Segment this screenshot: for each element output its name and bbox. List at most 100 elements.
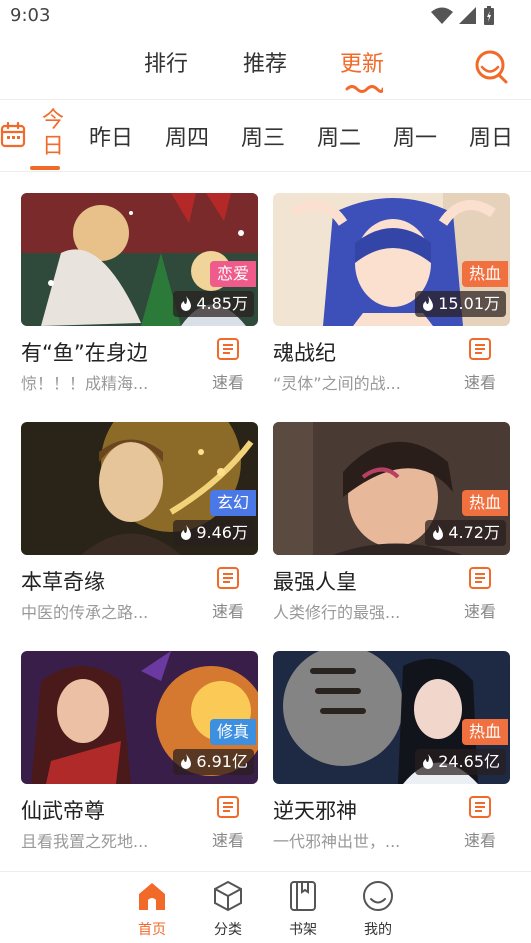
calendar-icon[interactable]	[0, 122, 26, 148]
heat-count: 15.01万	[415, 291, 506, 317]
battery-icon	[484, 6, 494, 25]
search-icon[interactable]	[473, 48, 509, 84]
day-tab-mon[interactable]: 周一	[393, 120, 437, 152]
flame-icon	[181, 296, 192, 311]
heat-count: 4.85万	[173, 291, 254, 317]
heat-count: 9.46万	[173, 520, 254, 546]
heat-count: 4.72万	[425, 520, 506, 546]
genre-badge: 热血	[461, 490, 508, 516]
day-tab-thu[interactable]: 周四	[165, 120, 209, 152]
quick-read-icon	[469, 796, 491, 818]
nav-profile[interactable]: 我的	[353, 880, 403, 939]
quick-read-icon	[217, 567, 239, 589]
flame-icon	[181, 525, 192, 540]
flame-icon	[433, 525, 444, 540]
comic-title[interactable]: 有“鱼”在身边	[21, 337, 148, 367]
comic-description: 惊！！！成精海...	[21, 374, 149, 393]
nav-bookshelf-label: 书架	[289, 922, 317, 938]
smile-icon	[363, 881, 393, 911]
quick-read-label: 速看	[463, 373, 496, 392]
comic-description: “灵体”之间的战...	[273, 374, 401, 393]
heat-count: 24.65亿	[415, 749, 506, 775]
quick-read-button[interactable]: 速看	[460, 795, 500, 851]
tab-recommend[interactable]: 推荐	[243, 46, 287, 78]
comic-card[interactable]: 修真 6.91亿 仙武帝尊 且看我置之死地... 速看	[21, 651, 258, 851]
genre-badge: 修真	[209, 719, 256, 745]
flame-icon	[423, 754, 434, 769]
comic-cover[interactable]: 玄幻 9.46万	[21, 422, 258, 555]
genre-badge: 热血	[461, 261, 508, 287]
top-nav: 排行 推荐 更新	[0, 34, 531, 100]
comic-description: 一代邪神出世，...	[273, 832, 401, 851]
quick-read-icon	[469, 338, 491, 360]
genre-badge: 恋爱	[209, 261, 256, 287]
nav-bookshelf[interactable]: 书架	[278, 880, 328, 939]
quick-read-button[interactable]: 速看	[208, 795, 248, 851]
signal-icon	[459, 7, 476, 24]
day-tab-tue[interactable]: 周二	[317, 120, 361, 152]
comic-cover[interactable]: 热血 4.72万	[273, 422, 510, 555]
heat-value: 4.85万	[196, 294, 248, 313]
heat-count: 6.91亿	[173, 749, 254, 775]
comic-title[interactable]: 逆天邪神	[273, 795, 357, 825]
quick-read-label: 速看	[463, 831, 496, 850]
tab-ranking[interactable]: 排行	[144, 46, 188, 78]
cube-icon	[214, 880, 242, 912]
heat-value: 4.72万	[448, 523, 500, 542]
active-tab-wave-indicator	[345, 85, 383, 93]
day-tab-wed[interactable]: 周三	[241, 120, 285, 152]
comic-description: 人类修行的最强...	[273, 603, 401, 622]
comic-description: 且看我置之死地...	[21, 832, 149, 851]
tab-update[interactable]: 更新	[340, 46, 384, 78]
wifi-icon	[431, 7, 453, 24]
quick-read-label: 速看	[211, 831, 244, 850]
home-icon	[139, 883, 165, 910]
quick-read-label: 速看	[211, 602, 244, 621]
quick-read-button[interactable]: 速看	[208, 337, 248, 393]
heat-value: 9.46万	[196, 523, 248, 542]
status-icons	[431, 6, 495, 26]
flame-icon	[423, 296, 434, 311]
comic-cover[interactable]: 恋爱 4.85万	[21, 193, 258, 326]
comic-title[interactable]: 本草奇缘	[21, 566, 105, 596]
nav-home[interactable]: 首页	[127, 880, 177, 939]
comic-card[interactable]: 恋爱 4.85万 有“鱼”在身边 惊！！！成精海... 速看	[21, 193, 258, 393]
heat-value: 6.91亿	[196, 752, 248, 771]
flame-icon	[181, 754, 192, 769]
comic-card[interactable]: 热血 15.01万 魂战纪 “灵体”之间的战... 速看	[273, 193, 510, 393]
quick-read-icon	[217, 796, 239, 818]
nav-home-label: 首页	[138, 922, 166, 938]
quick-read-label: 速看	[463, 602, 496, 621]
bottom-nav: 首页 分类 书架 我的	[0, 871, 531, 943]
comic-title[interactable]: 最强人皇	[273, 566, 357, 596]
comic-card[interactable]: 热血 24.65亿 逆天邪神 一代邪神出世，... 速看	[273, 651, 510, 851]
comic-title[interactable]: 魂战纪	[273, 337, 336, 367]
heat-value: 24.65亿	[438, 752, 500, 771]
book-icon	[290, 881, 316, 911]
status-time: 9:03	[10, 5, 51, 26]
heat-value: 15.01万	[438, 294, 500, 313]
genre-badge: 玄幻	[209, 490, 256, 516]
comic-description: 中医的传承之路...	[21, 603, 149, 622]
day-tab-underline	[30, 166, 60, 170]
comic-title[interactable]: 仙武帝尊	[21, 795, 105, 825]
comic-cover[interactable]: 热血 24.65亿	[273, 651, 510, 784]
quick-read-button[interactable]: 速看	[460, 566, 500, 622]
quick-read-label: 速看	[211, 373, 244, 392]
nav-category-label: 分类	[214, 922, 242, 938]
day-tab-today[interactable]: 今日	[41, 108, 65, 160]
genre-badge: 热血	[461, 719, 508, 745]
quick-read-button[interactable]: 速看	[460, 337, 500, 393]
comic-cover[interactable]: 修真 6.91亿	[21, 651, 258, 784]
quick-read-button[interactable]: 速看	[208, 566, 248, 622]
quick-read-icon	[469, 567, 491, 589]
day-tab-yesterday[interactable]: 昨日	[89, 120, 133, 152]
nav-category[interactable]: 分类	[203, 880, 253, 939]
day-selector: 今日 昨日 周四 周三 周二 周一 周日	[0, 100, 531, 172]
nav-profile-label: 我的	[364, 922, 392, 938]
comic-cover[interactable]: 热血 15.01万	[273, 193, 510, 326]
day-tab-sun[interactable]: 周日	[469, 120, 513, 152]
comic-card[interactable]: 热血 4.72万 最强人皇 人类修行的最强... 速看	[273, 422, 510, 622]
comic-card[interactable]: 玄幻 9.46万 本草奇缘 中医的传承之路... 速看	[21, 422, 258, 622]
status-bar: 9:03	[0, 0, 531, 32]
